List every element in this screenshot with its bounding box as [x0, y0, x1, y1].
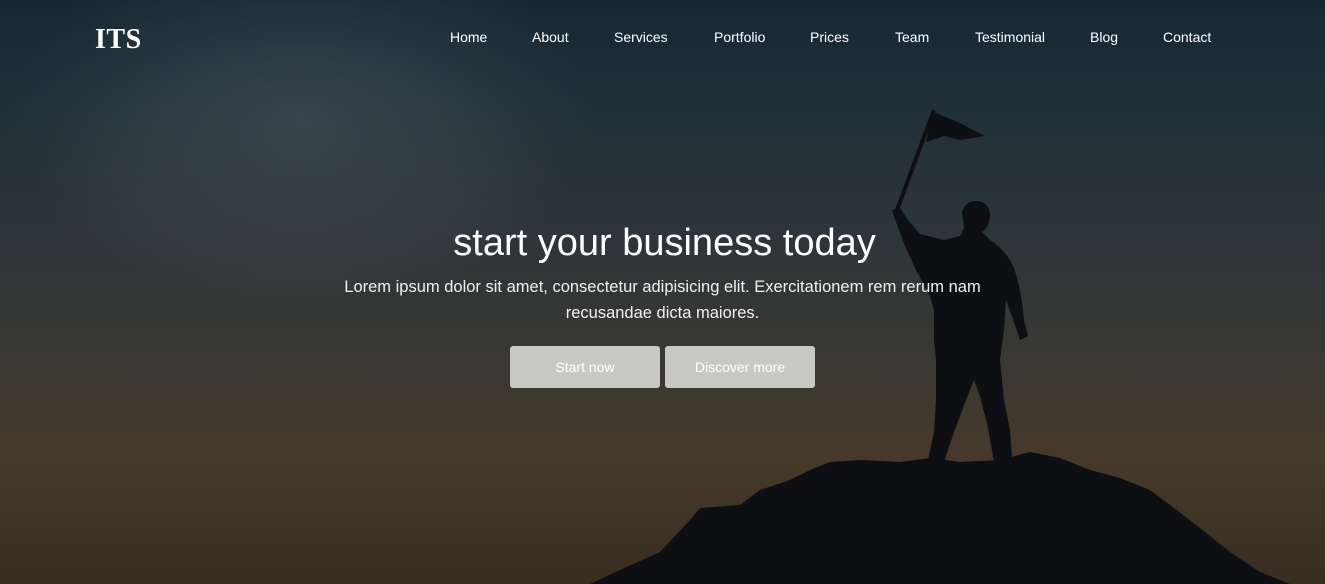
nav-menu: Home About Services Portfolio Prices Tea…	[0, 29, 1325, 49]
nav-link-home[interactable]: Home	[450, 29, 487, 45]
nav-link-contact[interactable]: Contact	[1163, 29, 1211, 45]
nav-item-about: About	[532, 29, 569, 47]
flag	[926, 112, 985, 142]
top-navbar: ITS Home About Services Portfolio Prices…	[0, 0, 1325, 76]
nav-link-about[interactable]: About	[532, 29, 569, 45]
nav-item-home: Home	[450, 29, 487, 47]
nav-item-blog: Blog	[1090, 29, 1118, 47]
nav-link-services[interactable]: Services	[614, 29, 668, 45]
nav-link-blog[interactable]: Blog	[1090, 29, 1118, 45]
nav-item-contact: Contact	[1163, 29, 1211, 47]
nav-link-portfolio[interactable]: Portfolio	[714, 29, 765, 45]
nav-item-prices: Prices	[810, 29, 849, 47]
nav-item-portfolio: Portfolio	[714, 29, 765, 47]
nav-item-services: Services	[614, 29, 668, 47]
hero-button-group: Start now Discover more	[0, 346, 1325, 388]
flag-pole	[895, 109, 936, 211]
hero-section: ITS Home About Services Portfolio Prices…	[0, 0, 1325, 584]
hero-title: start your business today	[453, 222, 876, 264]
discover-more-button[interactable]: Discover more	[665, 346, 815, 388]
nav-item-team: Team	[895, 29, 929, 47]
hero-description: Lorem ipsum dolor sit amet, consectetur …	[344, 278, 981, 322]
start-now-button[interactable]: Start now	[510, 346, 660, 388]
nav-link-team[interactable]: Team	[895, 29, 929, 45]
nav-link-testimonial[interactable]: Testimonial	[975, 29, 1045, 45]
hero-content: start your business today Lorem ipsum do…	[0, 218, 1325, 388]
nav-link-prices[interactable]: Prices	[810, 29, 849, 45]
nav-item-testimonial: Testimonial	[975, 29, 1045, 47]
